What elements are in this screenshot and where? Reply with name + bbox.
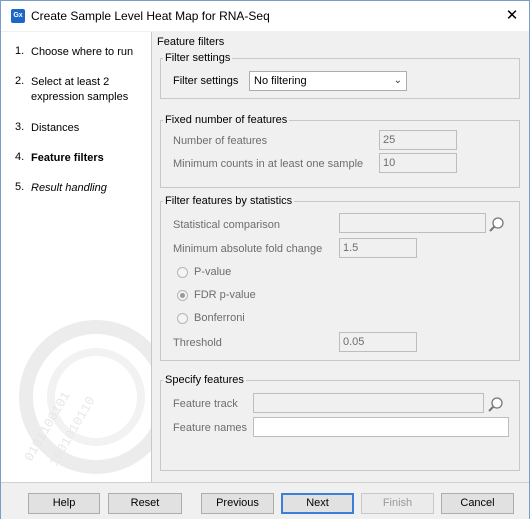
threshold-label: Threshold — [173, 337, 222, 349]
chevron-down-icon: ⌄ — [393, 75, 402, 86]
browse-icon[interactable] — [488, 215, 506, 233]
fold-change-label: Minimum absolute fold change — [173, 243, 323, 255]
fold-change-input[interactable]: 1.5 — [339, 238, 417, 258]
statistical-comparison-input[interactable] — [339, 213, 486, 233]
filter-settings-dropdown[interactable]: No filtering ⌄ — [249, 71, 407, 91]
feature-track-input[interactable] — [253, 393, 484, 413]
group-title: Filter settings — [165, 52, 231, 64]
browse-icon[interactable] — [487, 395, 505, 413]
min-counts-label: Minimum counts in at least one sample — [173, 158, 364, 170]
wizard-steps-sidebar: 1. Choose where to run 2. Select at leas… — [1, 32, 152, 482]
main-content: Feature filters Filter settings Filter s… — [153, 32, 529, 482]
step-label: Feature filters — [31, 152, 104, 164]
min-counts-input[interactable]: 10 — [379, 153, 457, 173]
step-number: 1. — [15, 45, 25, 57]
num-features-input[interactable]: 25 — [379, 130, 457, 150]
decorative-watermark: 0101100101 1001010110 — [19, 320, 151, 474]
filter-settings-label: Filter settings — [173, 75, 239, 87]
statistical-comparison-label: Statistical comparison — [173, 219, 280, 231]
page-title: Feature filters — [157, 36, 225, 48]
title-bar: Gx Create Sample Level Heat Map for RNA-… — [1, 1, 529, 31]
radio-label: FDR p-value — [194, 289, 256, 301]
step-label: Result handling — [31, 182, 107, 194]
dropdown-value: No filtering — [254, 75, 307, 87]
close-button[interactable]: ✕ — [501, 5, 523, 27]
feature-track-label: Feature track — [173, 398, 238, 410]
step-number: 2. — [15, 75, 25, 87]
step-number: 5. — [15, 181, 25, 193]
window-title: Create Sample Level Heat Map for RNA-Seq — [31, 9, 270, 23]
num-features-label: Number of features — [173, 135, 268, 147]
step-label: Select at least 2 expression samples — [31, 76, 129, 103]
step-label: Choose where to run — [31, 46, 134, 58]
app-icon: Gx — [11, 9, 25, 23]
button-bar: Help Reset Previous Next Finish Cancel — [1, 482, 529, 519]
previous-button[interactable]: Previous — [201, 493, 274, 514]
threshold-input[interactable]: 0.05 — [339, 332, 417, 352]
group-title: Specify features — [165, 374, 244, 386]
finish-button[interactable]: Finish — [361, 493, 434, 514]
group-title: Fixed number of features — [165, 114, 288, 126]
dialog-window: Gx Create Sample Level Heat Map for RNA-… — [0, 0, 530, 519]
radio-label: Bonferroni — [194, 312, 245, 324]
group-title: Filter features by statistics — [165, 195, 293, 207]
cancel-button[interactable]: Cancel — [441, 493, 514, 514]
radio-circle-selected — [177, 290, 188, 301]
fixed-number-group: Fixed number of features — [160, 114, 520, 188]
radio-label: P-value — [194, 266, 232, 278]
step-number: 4. — [15, 151, 25, 163]
feature-names-label: Feature names — [173, 422, 247, 434]
step-label: Distances — [31, 122, 80, 134]
next-button[interactable]: Next — [281, 493, 354, 514]
radio-circle — [177, 267, 188, 278]
help-button[interactable]: Help — [28, 493, 100, 514]
feature-names-input[interactable] — [253, 417, 509, 437]
reset-button[interactable]: Reset — [108, 493, 182, 514]
step-number: 3. — [15, 121, 25, 133]
radio-circle — [177, 313, 188, 324]
